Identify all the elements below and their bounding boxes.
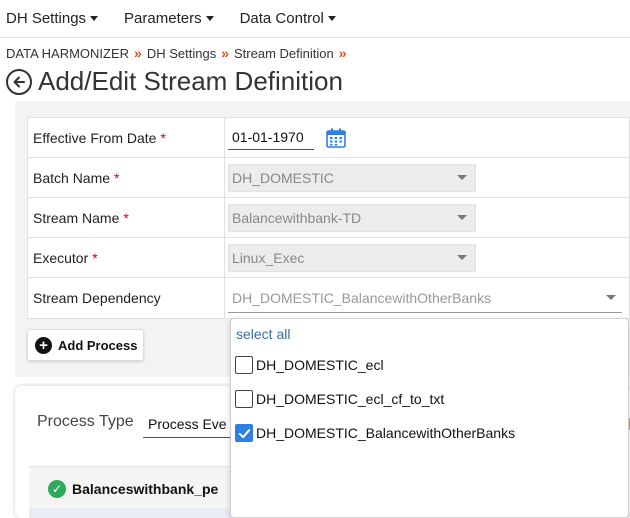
field-value: DH_DOMESTIC xyxy=(225,158,629,197)
batch-name-row: Batch Name * DH_DOMESTIC xyxy=(27,157,630,197)
top-navigation: DH Settings Parameters Data Control xyxy=(0,0,630,38)
effective-date-input[interactable]: 01-01-1970 xyxy=(228,125,314,150)
stream-dependency-dropdown: select all DH_DOMESTIC_ecl DH_DOMESTIC_e… xyxy=(230,318,629,518)
effective-date-row: Effective From Date * 01-01-1970 xyxy=(27,117,630,157)
stream-name-value: Balancewithbank-TD xyxy=(232,209,362,226)
plus-circle-icon: + xyxy=(35,336,52,354)
breadcrumb-separator: » xyxy=(134,45,142,61)
menu-label: Parameters xyxy=(124,10,202,27)
caret-down-icon xyxy=(327,16,336,21)
breadcrumb-item[interactable]: Stream Definition xyxy=(234,46,334,61)
executor-value: Linux_Exec xyxy=(232,249,305,266)
menu-label: DH Settings xyxy=(6,10,87,27)
caret-down-icon xyxy=(90,16,99,21)
dropdown-arrow-icon xyxy=(457,215,467,220)
menu-data-control[interactable]: Data Control xyxy=(240,10,336,27)
dropdown-option[interactable]: DH_DOMESTIC_ecl_cf_to_txt xyxy=(235,390,444,408)
required-mark: * xyxy=(114,169,120,186)
dropdown-arrow-icon xyxy=(457,255,467,260)
dropdown-arrow-icon xyxy=(457,175,467,180)
back-arrow-icon[interactable] xyxy=(6,68,32,95)
process-body-strip xyxy=(29,508,239,518)
process-title[interactable]: ✓ Balanceswithbank_pe xyxy=(48,480,218,498)
field-label: Effective From Date * xyxy=(28,118,225,157)
executor-row: Executor * Linux_Exec xyxy=(27,237,630,277)
field-label: Batch Name * xyxy=(28,158,225,197)
add-process-label: Add Process xyxy=(58,337,138,353)
select-all-link[interactable]: select all xyxy=(236,326,290,342)
option-label: DH_DOMESTIC_BalancewithOtherBanks xyxy=(256,425,516,441)
batch-name-select[interactable]: DH_DOMESTIC xyxy=(228,163,476,192)
stream-dependency-row: Stream Dependency DH_DOMESTIC_Balancewit… xyxy=(27,277,630,319)
page-title: Add/Edit Stream Definition xyxy=(38,66,343,96)
field-value: Linux_Exec xyxy=(225,238,629,277)
option-label: DH_DOMESTIC_ecl xyxy=(256,357,384,373)
dropdown-option[interactable]: DH_DOMESTIC_BalancewithOtherBanks xyxy=(235,424,515,442)
stream-dependency-value: DH_DOMESTIC_BalancewithOtherBanks xyxy=(232,289,492,306)
caret-down-icon xyxy=(205,16,214,21)
menu-dh-settings[interactable]: DH Settings xyxy=(6,10,99,27)
breadcrumb-item[interactable]: DATA HARMONIZER xyxy=(6,46,129,61)
batch-name-value: DH_DOMESTIC xyxy=(232,169,334,186)
calendar-icon[interactable] xyxy=(326,128,346,148)
breadcrumb: DATA HARMONIZER » DH Settings » Stream D… xyxy=(6,45,352,61)
batch-name-label: Batch Name xyxy=(33,169,111,186)
field-label: Stream Dependency xyxy=(28,278,225,318)
page-header: Add/Edit Stream Definition xyxy=(6,66,343,97)
stream-dependency-label: Stream Dependency xyxy=(33,290,161,306)
required-mark: * xyxy=(160,129,166,146)
required-mark: * xyxy=(123,209,129,226)
executor-select[interactable]: Linux_Exec xyxy=(228,243,476,272)
breadcrumb-separator: » xyxy=(221,45,229,61)
field-value: 01-01-1970 xyxy=(225,118,629,157)
checkbox-checked-icon[interactable] xyxy=(235,424,253,442)
executor-label: Executor xyxy=(33,249,89,266)
field-label: Stream Name * xyxy=(28,198,225,237)
dropdown-arrow-icon xyxy=(606,295,616,300)
menu-label: Data Control xyxy=(239,10,324,27)
field-value: DH_DOMESTIC_BalancewithOtherBanks xyxy=(225,278,629,318)
process-type-select[interactable]: Process Eve xyxy=(143,410,243,438)
stream-name-label: Stream Name xyxy=(33,209,120,226)
checkbox-icon[interactable] xyxy=(235,356,253,374)
process-title-text: Balanceswithbank_pe xyxy=(72,481,219,497)
breadcrumb-separator: » xyxy=(338,45,347,61)
field-value: Balancewithbank-TD xyxy=(225,198,629,237)
stream-name-select[interactable]: Balancewithbank-TD xyxy=(228,203,476,232)
option-label: DH_DOMESTIC_ecl_cf_to_txt xyxy=(256,391,445,407)
menu-parameters[interactable]: Parameters xyxy=(124,10,214,27)
effective-date-label: Effective From Date xyxy=(33,129,157,146)
dropdown-option[interactable]: DH_DOMESTIC_ecl xyxy=(235,356,384,374)
check-circle-icon: ✓ xyxy=(48,480,66,498)
stream-dependency-select[interactable]: DH_DOMESTIC_BalancewithOtherBanks xyxy=(228,283,622,313)
add-process-button[interactable]: + Add Process xyxy=(27,329,144,361)
stream-name-row: Stream Name * Balancewithbank-TD xyxy=(27,197,630,237)
field-label: Executor * xyxy=(28,238,225,277)
stream-form: Effective From Date * 01-01-1970 Batch N… xyxy=(27,117,630,319)
checkbox-icon[interactable] xyxy=(235,390,253,408)
required-mark: * xyxy=(92,249,98,266)
breadcrumb-item[interactable]: DH Settings xyxy=(147,46,216,61)
process-type-label: Process Type xyxy=(37,413,134,430)
